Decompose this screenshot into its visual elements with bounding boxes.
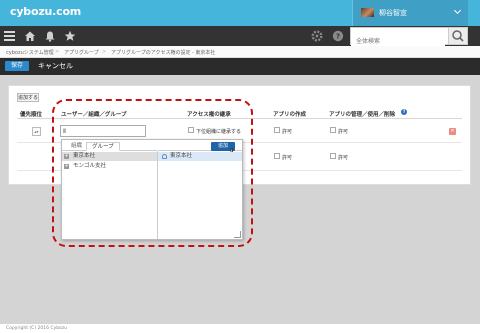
chevron-down-icon bbox=[453, 6, 462, 15]
manage-permission-checkbox[interactable] bbox=[330, 153, 336, 159]
gear-icon[interactable] bbox=[311, 30, 323, 42]
svg-text:?: ? bbox=[336, 33, 340, 41]
highlight-annotation bbox=[52, 99, 253, 247]
user-menu[interactable]: 柳谷智宣 bbox=[352, 0, 468, 26]
priority-stepper[interactable]: ▴▾ bbox=[32, 127, 41, 136]
home-icon[interactable] bbox=[24, 30, 36, 42]
save-button[interactable]: 保存 bbox=[5, 61, 29, 71]
create-permission-checkbox[interactable] bbox=[274, 127, 280, 133]
delete-row-button[interactable]: ✕ bbox=[449, 128, 456, 135]
manage-permission-label: 許可 bbox=[338, 155, 349, 161]
search-icon bbox=[452, 30, 464, 42]
column-header-manage: アプリの管理／使用／削除 bbox=[329, 112, 396, 118]
footer-copyright: Copyright (C) 2016 Cybozu bbox=[0, 324, 480, 333]
star-icon[interactable] bbox=[64, 30, 76, 42]
create-permission-checkbox[interactable] bbox=[274, 153, 280, 159]
breadcrumb-separator: > bbox=[55, 49, 60, 55]
bell-icon[interactable] bbox=[44, 30, 56, 42]
manage-permission-label: 許可 bbox=[338, 129, 349, 135]
create-permission-label: 許可 bbox=[282, 155, 293, 161]
manage-permission-checkbox[interactable] bbox=[330, 127, 336, 133]
logo[interactable]: cybozu.com bbox=[10, 5, 81, 18]
breadcrumb-separator: > bbox=[102, 49, 107, 55]
breadcrumb-current: アプリグループのアクセス権の設定 - 東京本社 bbox=[111, 50, 216, 56]
user-name: 柳谷智宣 bbox=[379, 9, 407, 17]
add-row-button[interactable]: 追加する bbox=[17, 93, 39, 102]
avatar bbox=[361, 8, 374, 17]
help-icon[interactable]: ? bbox=[401, 109, 407, 115]
breadcrumb-item[interactable]: アプリグループ bbox=[64, 49, 99, 56]
cancel-button[interactable]: キャンセル bbox=[38, 60, 73, 72]
column-header-priority: 優先順位 bbox=[20, 112, 43, 118]
breadcrumb: cybozuシステム管理 > アプリグループ > アプリグループのアクセス権の設… bbox=[0, 46, 480, 58]
column-header-create: アプリの作成 bbox=[273, 112, 307, 118]
create-permission-label: 許可 bbox=[282, 129, 293, 135]
breadcrumb-item[interactable]: cybozuシステム管理 bbox=[6, 49, 54, 56]
help-icon[interactable]: ? bbox=[332, 30, 344, 42]
search-button[interactable] bbox=[448, 27, 468, 45]
menu-icon[interactable] bbox=[4, 30, 16, 42]
